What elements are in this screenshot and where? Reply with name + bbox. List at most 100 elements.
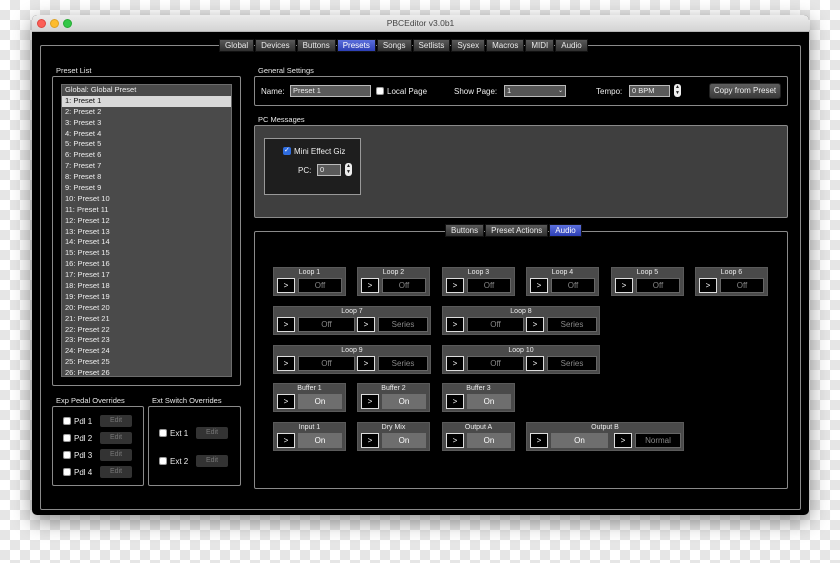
tab-devices[interactable]: Devices bbox=[255, 39, 296, 52]
preset-list[interactable]: Global: Global Preset 1: Preset 1 2: Prese… bbox=[61, 84, 232, 377]
pc-device-checkbox[interactable] bbox=[283, 146, 291, 155]
pdl-1-checkbox[interactable] bbox=[63, 417, 71, 425]
tab-sysex[interactable]: Sysex bbox=[451, 39, 486, 52]
loop-1-arrow-button[interactable]: > bbox=[277, 278, 295, 293]
ext-1-checkbox[interactable] bbox=[159, 429, 167, 437]
tab-songs[interactable]: Songs bbox=[376, 39, 412, 52]
name-input[interactable]: Preset 1 bbox=[290, 85, 371, 97]
list-item[interactable]: 26: Preset 26 bbox=[62, 368, 231, 376]
tab-audio[interactable]: Audio bbox=[555, 39, 588, 52]
tab-setlists[interactable]: Setlists bbox=[412, 39, 451, 52]
pdl-4-row[interactable]: Pdl 4 Edit bbox=[63, 466, 132, 478]
output-a-toggle[interactable]: On bbox=[467, 433, 511, 448]
tab-midi[interactable]: MIDI bbox=[525, 39, 555, 52]
pdl-3-row[interactable]: Pdl 3 Edit bbox=[63, 449, 132, 461]
tab-global[interactable]: Global bbox=[219, 39, 255, 52]
loop-8-mode[interactable]: Series bbox=[547, 317, 597, 332]
output-b-mode-arrow-button[interactable]: > bbox=[614, 433, 632, 448]
list-item[interactable]: 21: Preset 21 bbox=[62, 314, 231, 325]
loop-3-arrow-button[interactable]: > bbox=[446, 278, 464, 293]
buffer-2-toggle[interactable]: On bbox=[382, 394, 426, 409]
loop-10-toggle[interactable]: Off bbox=[467, 356, 524, 371]
loop-9-mode[interactable]: Series bbox=[378, 356, 428, 371]
loop-1-toggle[interactable]: Off bbox=[298, 278, 342, 293]
loop-2-toggle[interactable]: Off bbox=[382, 278, 426, 293]
input-1-toggle[interactable]: On bbox=[298, 433, 342, 448]
pdl-4-checkbox[interactable] bbox=[63, 468, 71, 476]
list-item[interactable]: 6: Preset 6 bbox=[62, 150, 231, 161]
input-1-arrow-button[interactable]: > bbox=[277, 433, 295, 448]
ext-1-edit-button[interactable]: Edit bbox=[196, 427, 228, 439]
loop-8-toggle[interactable]: Off bbox=[467, 317, 524, 332]
loop-10-mode[interactable]: Series bbox=[547, 356, 597, 371]
loop-2-arrow-button[interactable]: > bbox=[361, 278, 379, 293]
subtab-audio[interactable]: Audio bbox=[549, 224, 582, 237]
list-item[interactable]: 13: Preset 13 bbox=[62, 227, 231, 238]
list-item[interactable]: 20: Preset 20 bbox=[62, 303, 231, 314]
output-b-arrow-button[interactable]: > bbox=[530, 433, 548, 448]
list-item[interactable]: 11: Preset 11 bbox=[62, 205, 231, 216]
output-a-arrow-button[interactable]: > bbox=[446, 433, 464, 448]
pdl-4-edit-button[interactable]: Edit bbox=[100, 466, 132, 478]
buffer-1-toggle[interactable]: On bbox=[298, 394, 342, 409]
subtab-buttons[interactable]: Buttons bbox=[445, 224, 485, 237]
loop-4-arrow-button[interactable]: > bbox=[530, 278, 548, 293]
list-item[interactable]: 7: Preset 7 bbox=[62, 161, 231, 172]
list-item[interactable]: 23: Preset 23 bbox=[62, 335, 231, 346]
buffer-3-toggle[interactable]: On bbox=[467, 394, 511, 409]
tab-macros[interactable]: Macros bbox=[486, 39, 525, 52]
dry-mix-toggle[interactable]: On bbox=[382, 433, 426, 448]
list-item[interactable]: Global: Global Preset bbox=[62, 85, 231, 96]
pdl-2-checkbox[interactable] bbox=[63, 434, 71, 442]
tempo-stepper[interactable]: ▲ ▼ bbox=[674, 84, 681, 97]
loop-7-mode-arrow-button[interactable]: > bbox=[357, 317, 375, 332]
tempo-input[interactable]: 0 BPM bbox=[629, 85, 670, 97]
loop-7-arrow-button[interactable]: > bbox=[277, 317, 295, 332]
pdl-2-edit-button[interactable]: Edit bbox=[100, 432, 132, 444]
show-page-select[interactable]: 1 ⌄ bbox=[504, 85, 566, 97]
loop-10-arrow-button[interactable]: > bbox=[446, 356, 464, 371]
list-item[interactable]: 3: Preset 3 bbox=[62, 118, 231, 129]
subtab-preset-actions[interactable]: Preset Actions bbox=[485, 224, 549, 237]
dry-mix-arrow-button[interactable]: > bbox=[361, 433, 379, 448]
list-item[interactable]: 19: Preset 19 bbox=[62, 292, 231, 303]
buffer-3-arrow-button[interactable]: > bbox=[446, 394, 464, 409]
list-item[interactable]: 17: Preset 17 bbox=[62, 270, 231, 281]
pdl-1-edit-button[interactable]: Edit bbox=[100, 415, 132, 427]
ext-2-row[interactable]: Ext 2 Edit bbox=[159, 455, 228, 467]
loop-8-arrow-button[interactable]: > bbox=[446, 317, 464, 332]
copy-from-preset-button[interactable]: Copy from Preset bbox=[709, 83, 781, 99]
list-item[interactable]: 16: Preset 16 bbox=[62, 259, 231, 270]
ext-2-edit-button[interactable]: Edit bbox=[196, 455, 228, 467]
ext-1-row[interactable]: Ext 1 Edit bbox=[159, 427, 228, 439]
list-item[interactable]: 1: Preset 1 bbox=[62, 95, 231, 107]
loop-9-arrow-button[interactable]: > bbox=[277, 356, 295, 371]
loop-7-mode[interactable]: Series bbox=[378, 317, 428, 332]
buffer-1-arrow-button[interactable]: > bbox=[277, 394, 295, 409]
ext-2-checkbox[interactable] bbox=[159, 457, 167, 465]
list-item[interactable]: 8: Preset 8 bbox=[62, 172, 231, 183]
list-item[interactable]: 4: Preset 4 bbox=[62, 129, 231, 140]
pdl-3-edit-button[interactable]: Edit bbox=[100, 449, 132, 461]
pdl-3-checkbox[interactable] bbox=[63, 451, 71, 459]
loop-8-mode-arrow-button[interactable]: > bbox=[526, 317, 544, 332]
list-item[interactable]: 12: Preset 12 bbox=[62, 216, 231, 227]
local-page-checkbox[interactable] bbox=[376, 87, 384, 95]
pdl-2-row[interactable]: Pdl 2 Edit bbox=[63, 432, 132, 444]
list-item[interactable]: 15: Preset 15 bbox=[62, 248, 231, 259]
list-item[interactable]: 2: Preset 2 bbox=[62, 107, 231, 118]
loop-4-toggle[interactable]: Off bbox=[551, 278, 595, 293]
list-item[interactable]: 5: Preset 5 bbox=[62, 139, 231, 150]
loop-6-toggle[interactable]: Off bbox=[720, 278, 764, 293]
list-item[interactable]: 9: Preset 9 bbox=[62, 183, 231, 194]
tab-buttons[interactable]: Buttons bbox=[296, 39, 336, 52]
loop-5-toggle[interactable]: Off bbox=[636, 278, 680, 293]
list-item[interactable]: 14: Preset 14 bbox=[62, 237, 231, 248]
loop-3-toggle[interactable]: Off bbox=[467, 278, 511, 293]
list-item[interactable]: 18: Preset 18 bbox=[62, 281, 231, 292]
pc-number-input[interactable]: 0 bbox=[317, 164, 341, 176]
loop-9-toggle[interactable]: Off bbox=[298, 356, 355, 371]
list-item[interactable]: 25: Preset 25 bbox=[62, 357, 231, 368]
list-item[interactable]: 10: Preset 10 bbox=[62, 194, 231, 205]
buffer-2-arrow-button[interactable]: > bbox=[361, 394, 379, 409]
